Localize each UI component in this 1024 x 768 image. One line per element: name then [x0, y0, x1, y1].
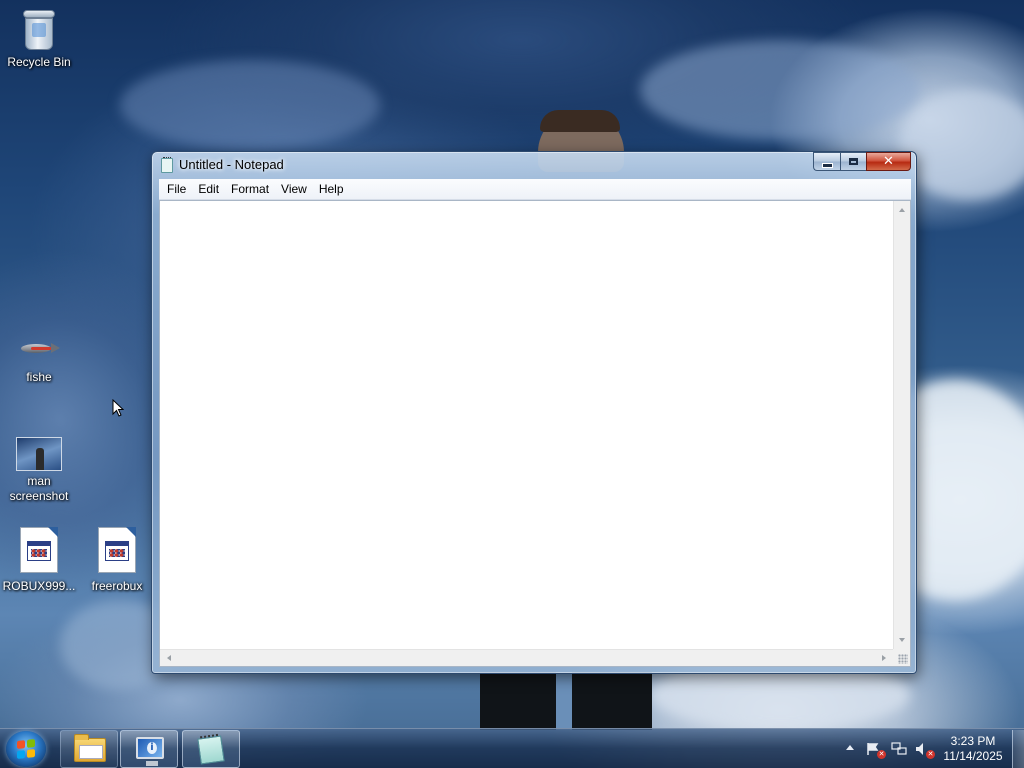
desktop-icon-label-line2: screenshot	[9, 489, 69, 503]
minimize-button[interactable]	[813, 152, 840, 171]
scroll-left-icon[interactable]	[167, 655, 171, 661]
menu-format[interactable]: Format	[225, 180, 275, 198]
recycle-bin-icon	[21, 8, 57, 52]
maximize-icon	[849, 158, 858, 165]
menu-bar: File Edit Format View Help	[159, 179, 911, 200]
menu-view[interactable]: View	[275, 180, 313, 198]
desktop-icon-freerobux[interactable]: freerobux	[79, 527, 155, 594]
wallpaper-cloud	[640, 40, 920, 140]
taskbar-explorer-button[interactable]	[60, 730, 118, 768]
notepad-window[interactable]: Untitled - Notepad ✕ File Edit Format Vi…	[151, 151, 917, 674]
windows-logo-icon	[17, 739, 35, 759]
taskbar-notepad-button[interactable]	[182, 730, 240, 768]
scroll-down-icon[interactable]	[899, 638, 905, 642]
title-bar[interactable]: Untitled - Notepad ✕	[152, 152, 916, 179]
desktop-icon-recycle-bin[interactable]: Recycle Bin	[1, 8, 77, 70]
volume-muted-icon[interactable]: ✕	[915, 742, 935, 759]
close-button[interactable]: ✕	[866, 152, 911, 171]
show-hidden-icons-arrow[interactable]	[846, 745, 854, 750]
desktop-icon-robux999[interactable]: ROBUX999...	[1, 527, 77, 594]
wallpaper-person-gap	[556, 672, 572, 730]
horizontal-scrollbar[interactable]	[160, 649, 893, 666]
wallpaper-cloud	[900, 90, 1024, 200]
wallpaper-cloud	[120, 60, 380, 150]
window-title: Untitled - Notepad	[179, 157, 284, 172]
resize-corner[interactable]	[893, 649, 910, 666]
folder-icon	[74, 734, 106, 762]
resize-grip-icon	[898, 654, 908, 664]
application-file-icon	[20, 527, 58, 573]
menu-edit[interactable]: Edit	[192, 180, 225, 198]
image-file-icon	[16, 437, 62, 471]
fish-image-icon	[17, 336, 61, 360]
notepad-icon	[197, 735, 225, 765]
scroll-right-icon[interactable]	[882, 655, 886, 661]
vertical-scrollbar[interactable]	[893, 201, 910, 649]
taskbar: i ✕ ✕ 3:23 PM 11/14/2025	[0, 728, 1024, 768]
clock-date: 11/14/2025	[943, 749, 1003, 763]
desktop-icon-label: ROBUX999...	[2, 579, 76, 593]
network-icon[interactable]	[891, 742, 907, 756]
menu-file[interactable]: File	[161, 180, 192, 198]
clock-time: 3:23 PM	[950, 734, 996, 748]
desktop-icon-label: Recycle Bin	[7, 55, 71, 69]
menu-help[interactable]: Help	[313, 180, 350, 198]
minimize-icon	[821, 162, 833, 168]
wallpaper-person-hair	[540, 110, 620, 132]
application-file-icon	[98, 527, 136, 573]
scroll-up-icon[interactable]	[899, 208, 905, 212]
monitor-icon: i	[136, 737, 164, 766]
caption-buttons: ✕	[813, 152, 911, 171]
desktop-icon-label-line1: man	[27, 474, 51, 488]
notepad-icon	[161, 157, 173, 173]
desktop-icon-label: freerobux	[91, 579, 143, 593]
desktop-icon-fishe[interactable]: fishe	[1, 326, 77, 385]
maximize-button[interactable]	[840, 152, 866, 171]
taskbar-remote-desktop-button[interactable]: i	[120, 730, 178, 768]
system-clock[interactable]: 3:23 PM 11/14/2025	[940, 734, 1006, 764]
desktop-icon-man-screenshot[interactable]: man screenshot	[1, 437, 77, 504]
desktop-icon-label: fishe	[26, 370, 52, 384]
text-editor[interactable]	[160, 201, 893, 649]
editor-area	[159, 200, 911, 667]
action-center-flag-icon[interactable]: ✕	[866, 742, 886, 759]
start-button[interactable]	[6, 731, 46, 767]
close-icon: ✕	[883, 154, 894, 169]
show-desktop-button[interactable]	[1012, 730, 1024, 768]
